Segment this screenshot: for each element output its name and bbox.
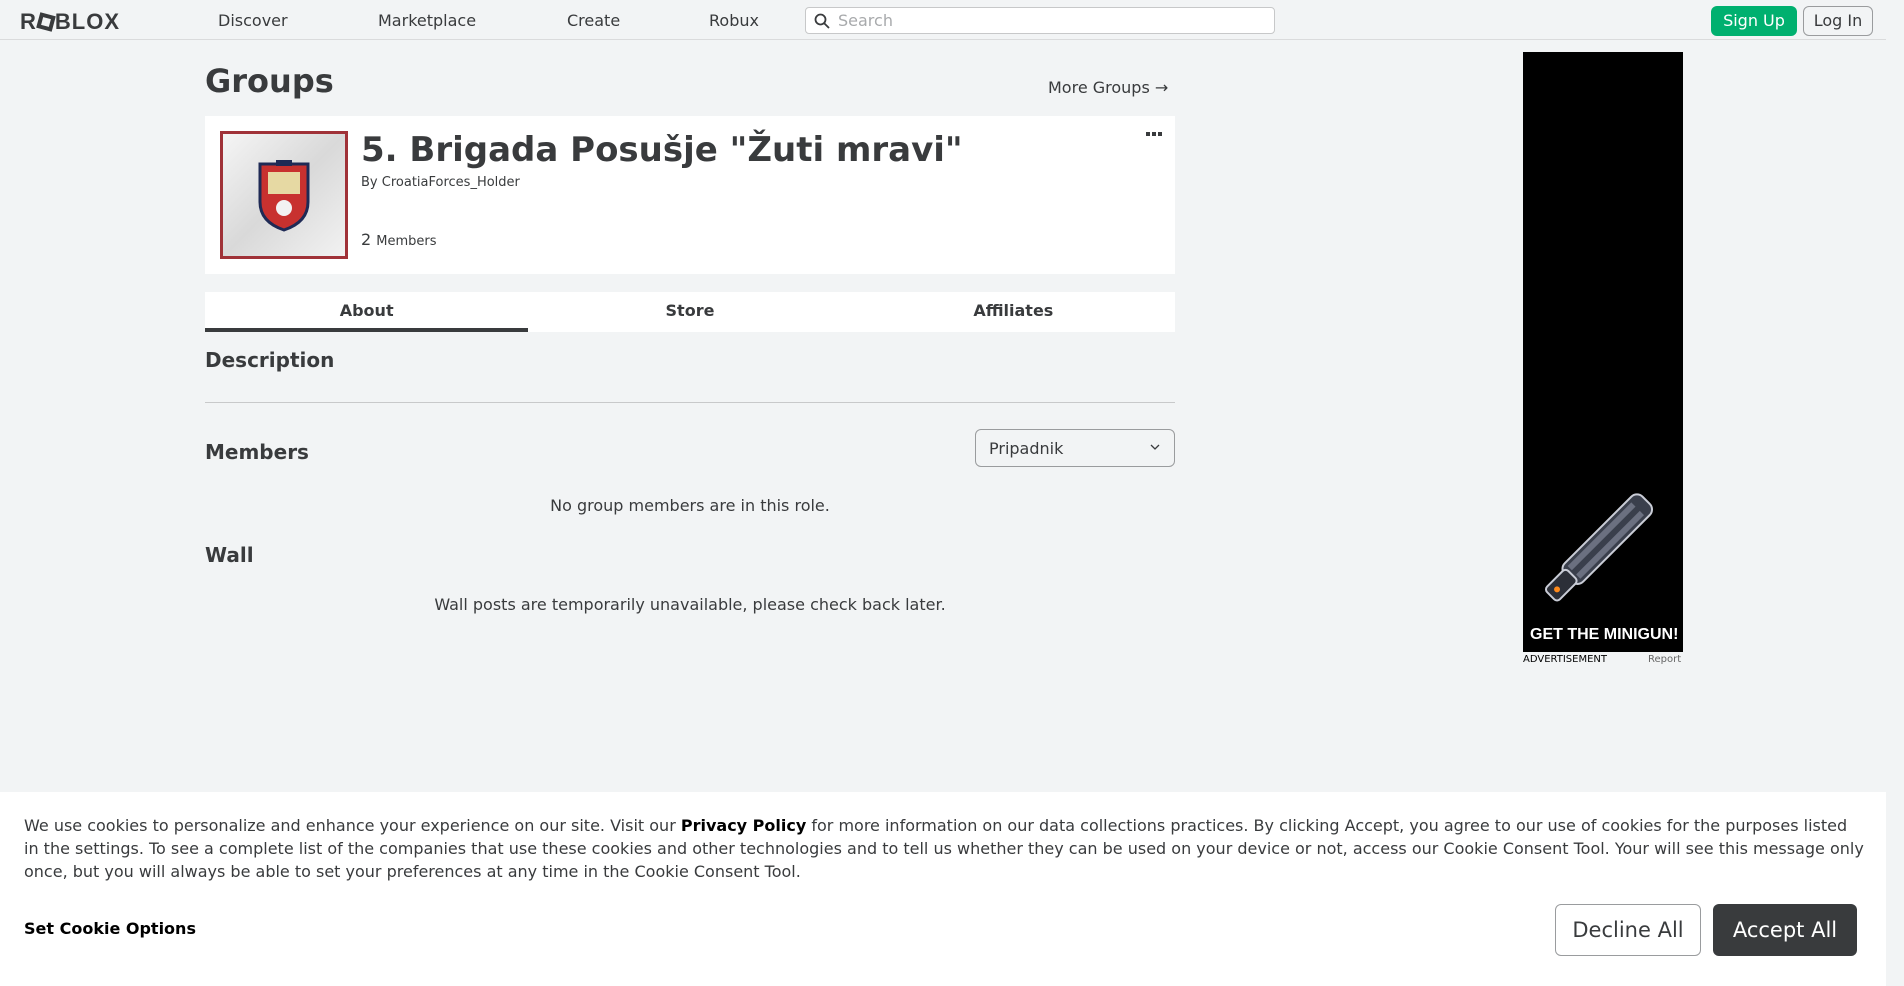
more-options-icon[interactable] bbox=[1145, 130, 1163, 138]
tab-affiliates[interactable]: Affiliates bbox=[852, 292, 1175, 332]
decline-all-button[interactable]: Decline All bbox=[1555, 904, 1701, 956]
cookie-text-before: We use cookies to personalize and enhanc… bbox=[24, 816, 681, 835]
member-count-label: Members bbox=[376, 234, 437, 249]
search-input[interactable] bbox=[838, 10, 1268, 31]
wall-unavailable-message: Wall posts are temporarily unavailable, … bbox=[434, 595, 946, 614]
ad-caption: GET THE MINIGUN! bbox=[1530, 626, 1679, 643]
member-count-value: 2 bbox=[361, 230, 372, 249]
owner-by-label: By bbox=[361, 175, 378, 190]
group-name: 5. Brigada Posušje "Žuti mravi" bbox=[361, 130, 963, 170]
log-in-button[interactable]: Log In bbox=[1803, 6, 1873, 36]
ad-report-link[interactable]: Report bbox=[1648, 654, 1681, 665]
nav-marketplace[interactable]: Marketplace bbox=[378, 11, 476, 30]
search-box[interactable] bbox=[805, 7, 1275, 34]
description-heading: Description bbox=[205, 348, 335, 372]
group-header-card: 5. Brigada Posušje "Žuti mravi" By Croat… bbox=[205, 116, 1175, 274]
wall-heading: Wall bbox=[205, 543, 254, 567]
ad-label: ADVERTISEMENT bbox=[1523, 654, 1608, 665]
nav-create[interactable]: Create bbox=[567, 11, 620, 30]
privacy-policy-link[interactable]: Privacy Policy bbox=[681, 816, 806, 835]
top-nav: R BLOX Discover Marketplace Create Robux … bbox=[0, 0, 1886, 40]
group-tabs: About Store Affiliates bbox=[205, 292, 1175, 332]
set-cookie-options-button[interactable]: Set Cookie Options bbox=[24, 919, 196, 938]
members-heading: Members bbox=[205, 440, 309, 464]
owner-link[interactable]: CroatiaForces_Holder bbox=[382, 175, 520, 190]
chevron-down-icon bbox=[1150, 444, 1160, 450]
crest-icon bbox=[258, 160, 310, 232]
no-members-message: No group members are in this role. bbox=[550, 496, 830, 515]
role-dropdown[interactable]: Pripadnik bbox=[975, 429, 1175, 467]
cookie-banner: We use cookies to personalize and enhanc… bbox=[0, 792, 1886, 986]
tab-store[interactable]: Store bbox=[528, 292, 851, 332]
cookie-message: We use cookies to personalize and enhanc… bbox=[24, 814, 1864, 883]
search-icon bbox=[814, 13, 830, 29]
group-owner: By CroatiaForces_Holder bbox=[361, 175, 520, 190]
accept-all-button[interactable]: Accept All bbox=[1713, 904, 1857, 956]
member-count: 2 Members bbox=[361, 230, 437, 249]
advertisement-banner[interactable]: GET THE MINIGUN! bbox=[1523, 52, 1683, 652]
group-emblem bbox=[220, 131, 348, 259]
page-title: Groups bbox=[205, 62, 334, 100]
nav-discover[interactable]: Discover bbox=[218, 11, 288, 30]
nav-robux[interactable]: Robux bbox=[709, 11, 759, 30]
divider bbox=[205, 402, 1175, 403]
minigun-image bbox=[1544, 493, 1654, 602]
more-groups-link[interactable]: More Groups → bbox=[1048, 78, 1168, 97]
sign-up-button[interactable]: Sign Up bbox=[1711, 6, 1797, 36]
roblox-logo[interactable]: R BLOX bbox=[20, 9, 120, 35]
tab-about[interactable]: About bbox=[205, 292, 529, 332]
role-selected-value: Pripadnik bbox=[989, 439, 1064, 458]
